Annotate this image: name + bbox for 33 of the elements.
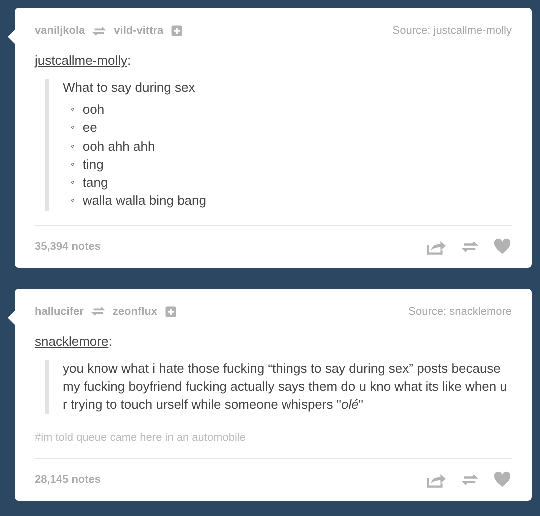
- bullet-marker: ◦: [71, 158, 75, 173]
- author-colon: :: [127, 53, 132, 68]
- source-label: Source:: [408, 306, 447, 318]
- source-link[interactable]: snacklemore: [450, 306, 512, 318]
- list-item: ee: [82, 119, 98, 138]
- reblogger-link[interactable]: hallucifer: [35, 306, 84, 318]
- bullet-marker: ◦: [71, 121, 75, 136]
- list-item: ting: [82, 156, 104, 174]
- bullet-marker: ◦: [71, 140, 75, 155]
- like-icon[interactable]: [493, 471, 512, 488]
- author-link[interactable]: snacklemore: [35, 334, 109, 349]
- list-item: tang: [82, 174, 108, 192]
- reblogged-from-link[interactable]: zeonflux: [112, 306, 158, 318]
- source-link[interactable]: justcallme-molly: [434, 25, 512, 37]
- author-link[interactable]: justcallme-molly: [35, 53, 128, 68]
- notes-count[interactable]: 28,145 notes: [35, 474, 102, 486]
- follow-icon[interactable]: [170, 25, 183, 37]
- post-tags[interactable]: #im told queue came here in an automobile: [35, 432, 512, 444]
- reblogged-from-link[interactable]: vild-vittra: [114, 25, 164, 37]
- reblogger-link[interactable]: vaniljkola: [35, 25, 86, 37]
- post-text: you know what i hate those fucking “things to say during sex” posts because my fucking boyfriend fucking actually says them do u kno what its like when u r trying to touch urself while someone whispers "olé": [63, 360, 508, 414]
- follow-icon[interactable]: [164, 306, 177, 318]
- bullet-marker: ◦: [71, 176, 75, 192]
- author-colon: :: [108, 334, 112, 349]
- bullet-marker: ◦: [71, 194, 75, 210]
- list-item: walla walla bing bang: [82, 192, 206, 210]
- notes-count[interactable]: 35,394 notes: [35, 240, 102, 253]
- list-item: ooh: [82, 101, 105, 119]
- list-item: ooh ahh ahh: [82, 138, 156, 156]
- bullet-marker: ◦: [71, 103, 75, 118]
- like-icon[interactable]: [493, 238, 512, 256]
- post-heading: What to say during sex: [63, 79, 196, 97]
- source-label: Source:: [392, 25, 431, 37]
